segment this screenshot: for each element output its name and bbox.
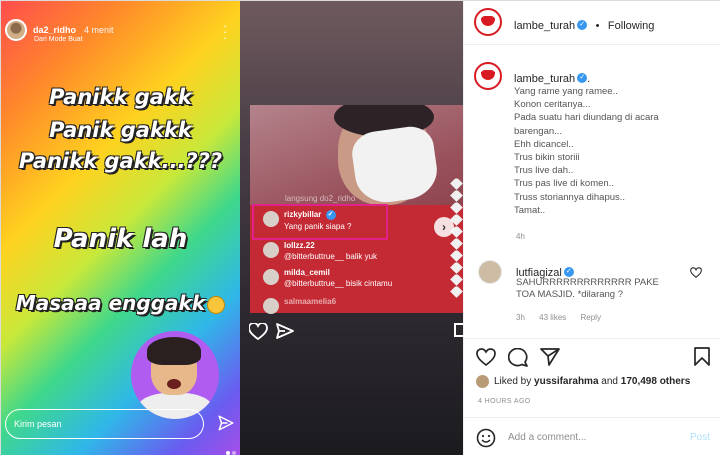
verified-badge-icon: ✓ bbox=[577, 72, 588, 83]
verified-badge-icon: ✓ bbox=[563, 266, 574, 277]
comment-likes[interactable]: 43 likes bbox=[539, 313, 566, 322]
add-comment-bar: Add a comment... Post bbox=[464, 417, 720, 455]
face-mask bbox=[349, 123, 441, 207]
dot-active bbox=[226, 451, 230, 455]
post-header: lambe_turah ✓ • Following bbox=[464, 1, 720, 45]
comment-text: @bitterbuttrue__ bisik cintamu bbox=[284, 279, 393, 288]
like-heart-icon[interactable] bbox=[476, 348, 496, 366]
emoji-smiley-icon[interactable] bbox=[476, 428, 496, 448]
heart-icon bbox=[450, 201, 463, 214]
share-plane-icon[interactable] bbox=[540, 348, 560, 366]
comment-meta: 3h 43 likes Reply bbox=[516, 313, 613, 322]
comment-text: @bitterbuttrue__ balik yuk bbox=[284, 252, 378, 261]
story-text-line-3: Panikk gakk...??? bbox=[18, 149, 223, 173]
caption-line: Konon ceritanya... bbox=[514, 99, 591, 111]
comment-time[interactable]: 3h bbox=[516, 313, 525, 322]
liked-by-and: and bbox=[601, 376, 618, 387]
post-comment-button[interactable]: Post bbox=[690, 432, 710, 443]
comment-user: lollzz.22 bbox=[284, 241, 315, 250]
chevron-right-icon[interactable]: › bbox=[434, 217, 454, 237]
caption-text: Yang rame yang ramee.. Konon ceritanya..… bbox=[514, 85, 659, 217]
liker-avatar[interactable] bbox=[476, 375, 489, 388]
post-actions-bar bbox=[464, 338, 720, 374]
following-button[interactable]: Following bbox=[608, 20, 654, 32]
story-avatar bbox=[5, 19, 27, 41]
story-subtitle: Dari Mode Buat bbox=[34, 36, 83, 43]
comment-reply-button[interactable]: Reply bbox=[581, 313, 601, 322]
selfie-hair bbox=[147, 337, 201, 365]
comment-avatar bbox=[263, 298, 279, 314]
story-text-line-4: Panik lah bbox=[53, 224, 188, 254]
story-pagination-dots bbox=[226, 442, 238, 455]
bookmark-icon[interactable] bbox=[454, 323, 463, 337]
author-avatar[interactable] bbox=[474, 8, 502, 36]
heart-icon bbox=[450, 237, 463, 250]
story-username: da2_ridho bbox=[33, 25, 77, 35]
heart-outline-icon bbox=[249, 323, 268, 341]
heart-icon bbox=[450, 189, 463, 202]
comment-bubble-icon[interactable] bbox=[508, 348, 528, 367]
commenter-avatar[interactable] bbox=[478, 260, 502, 284]
story-text-line-5-label: Masaaa enggakk bbox=[15, 291, 206, 315]
liked-by-row: Liked by yussifarahma and 170,498 others bbox=[476, 375, 690, 388]
story-text-line-2: Panik gakkk bbox=[49, 118, 192, 142]
dot-inactive bbox=[232, 451, 236, 455]
highlight-box bbox=[252, 204, 388, 240]
faded-comment-text: langsung do2_ridho bbox=[285, 194, 356, 203]
story-screenshot: da2_ridho 4 menit Dari Mode Buat · · · Pan… bbox=[1, 1, 240, 455]
story-selfie-sticker bbox=[131, 331, 219, 419]
header-user: lambe_turah ✓ • Following bbox=[514, 16, 654, 34]
heart-icon bbox=[450, 261, 463, 274]
verified-badge-icon: ✓ bbox=[577, 19, 588, 30]
caption-line: Ehh dicancel.. bbox=[514, 138, 574, 150]
caption-line: Trus bikin storiii bbox=[514, 152, 580, 164]
caption-avatar[interactable] bbox=[474, 62, 502, 90]
caption-first-text: . bbox=[587, 73, 591, 85]
video-action-icons bbox=[249, 323, 294, 341]
floating-hearts bbox=[449, 177, 463, 299]
story-time: 4 menit bbox=[84, 25, 114, 35]
caption-line: Pada suatu hari diundang di acara bbox=[514, 112, 659, 124]
caption-line: Truss storiannya dihapus.. bbox=[514, 191, 626, 203]
comment-user: salmaamelia6 bbox=[284, 297, 337, 306]
caption-line: Trus live dah.. bbox=[514, 165, 574, 177]
caption-username[interactable]: lambe_turah bbox=[514, 73, 575, 85]
heart-icon bbox=[450, 177, 463, 190]
share-icon bbox=[276, 323, 294, 339]
caption-line: Yang rame yang ramee.. bbox=[514, 86, 618, 97]
laughing-emoji-icon bbox=[207, 295, 226, 314]
liked-by-prefix: Liked by bbox=[494, 376, 532, 387]
story-text-line-1: Panikk gakk bbox=[49, 85, 192, 109]
comment-user: milda_cemil bbox=[284, 268, 330, 277]
heart-icon bbox=[450, 249, 463, 262]
comment-like-heart-icon[interactable] bbox=[690, 267, 702, 278]
selfie-mouth bbox=[167, 379, 181, 389]
comment-avatar bbox=[263, 242, 279, 258]
save-bookmark-icon[interactable] bbox=[694, 347, 710, 366]
send-icon[interactable] bbox=[217, 414, 235, 432]
comment-text: SAHURRRRRRRRRRRRR PAKE TOA MASJID. *dila… bbox=[516, 277, 659, 300]
caption-timestamp[interactable]: 4h bbox=[516, 232, 525, 241]
post-sidebar: lambe_turah ✓ • Following lambe_turah ✓. Y… bbox=[463, 1, 720, 455]
heart-icon bbox=[450, 273, 463, 286]
caption-line: Trus pas live di komen.. bbox=[514, 178, 614, 190]
author-username[interactable]: lambe_turah bbox=[514, 20, 575, 32]
add-comment-input[interactable]: Add a comment... bbox=[508, 432, 586, 443]
caption-line: Tamat.. bbox=[514, 204, 546, 216]
heart-icon bbox=[450, 285, 463, 298]
follow-separator: • bbox=[595, 20, 600, 32]
live-comment: lollzz.22 @bitterbuttrue__ balik yuk bbox=[263, 241, 377, 261]
more-vertical-icon[interactable]: · · · bbox=[223, 19, 227, 44]
caption-line: barengan... bbox=[514, 125, 563, 137]
instagram-post-view: da2_ridho 4 menit Dari Mode Buat · · · Pan… bbox=[0, 0, 720, 455]
liker-username[interactable]: yussifarahma bbox=[534, 376, 598, 387]
post-timestamp[interactable]: 4 HOURS AGO bbox=[478, 398, 531, 405]
comment-avatar bbox=[263, 269, 279, 285]
story-text-line-5: Masaaa enggakk bbox=[1, 291, 240, 315]
live-comment: milda_cemil @bitterbuttrue__ bisik cintam… bbox=[263, 268, 392, 288]
live-comment: salmaamelia6 bbox=[263, 297, 336, 314]
story-message-input[interactable]: Kirim pesan bbox=[5, 409, 204, 439]
likes-count[interactable]: 170,498 others bbox=[621, 376, 691, 387]
story-message-placeholder: Kirim pesan bbox=[14, 419, 62, 429]
